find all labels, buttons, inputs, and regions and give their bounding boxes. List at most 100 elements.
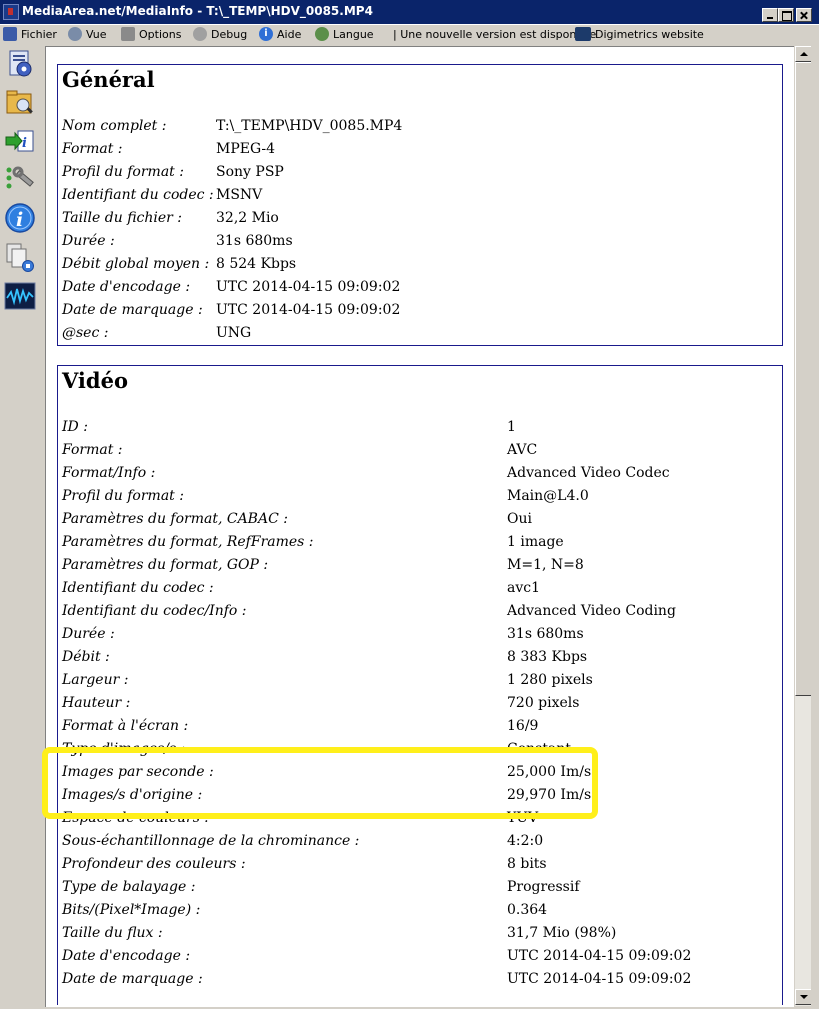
general-row-label: Nom complet : bbox=[62, 118, 167, 134]
general-row-label: Durée : bbox=[62, 233, 115, 249]
menu-aide-label: Aide bbox=[277, 28, 302, 41]
video-row-label: Format : bbox=[62, 442, 123, 458]
compare-button[interactable] bbox=[4, 241, 36, 273]
video-row-label: Taille du flux : bbox=[62, 925, 163, 941]
video-row: Format à l'écran : 16/9 bbox=[58, 718, 782, 738]
open-file-button[interactable] bbox=[4, 48, 36, 80]
title-bar[interactable]: MediaArea.net/MediaInfo - T:\_TEMP\HDV_0… bbox=[0, 0, 819, 25]
general-row-label: @sec : bbox=[62, 325, 109, 341]
waveform-button[interactable] bbox=[4, 280, 36, 312]
video-row-label: Durée : bbox=[62, 626, 115, 642]
export-button[interactable]: i bbox=[4, 125, 36, 157]
video-row-value: 1 image bbox=[507, 534, 564, 550]
menu-fichier-label: Fichier bbox=[21, 28, 57, 41]
general-row-value: 8 524 Kbps bbox=[216, 256, 297, 272]
video-row: Profondeur des couleurs : 8 bits bbox=[58, 856, 782, 876]
general-row-value: T:\_TEMP\HDV_0085.MP4 bbox=[216, 118, 403, 134]
video-section-title: Vidéo bbox=[62, 368, 128, 393]
general-row-value: 32,2 Mio bbox=[216, 210, 279, 226]
open-folder-button[interactable] bbox=[4, 86, 36, 118]
video-row: Paramètres du format, RefFrames : 1 image bbox=[58, 534, 782, 554]
general-row-label: Profil du format : bbox=[62, 164, 184, 180]
video-row-value: AVC bbox=[507, 442, 538, 458]
general-section: Général Nom complet : T:\_TEMP\HDV_0085.M… bbox=[57, 64, 783, 346]
menu-debug[interactable]: Debug bbox=[193, 27, 247, 43]
menu-options[interactable]: Options bbox=[121, 27, 181, 43]
video-row-label: Images/s d'origine : bbox=[62, 787, 203, 803]
info-icon: i bbox=[5, 203, 35, 233]
preferences-button[interactable] bbox=[4, 163, 36, 195]
vertical-scrollbar[interactable] bbox=[794, 46, 812, 1006]
video-row-value: UTC 2014-04-15 09:09:02 bbox=[507, 948, 692, 964]
video-row-value: 31s 680ms bbox=[507, 626, 584, 642]
window-frame bbox=[811, 46, 819, 1009]
close-button[interactable] bbox=[796, 8, 812, 22]
video-row-label: Format/Info : bbox=[62, 465, 156, 481]
scroll-down-button[interactable] bbox=[795, 989, 812, 1005]
general-row-label: Débit global moyen : bbox=[62, 256, 210, 272]
video-row-value: Advanced Video Coding bbox=[507, 603, 676, 619]
video-row: Taille du flux : 31,7 Mio (98%) bbox=[58, 925, 782, 945]
video-row: Date de marquage : UTC 2014-04-15 09:09:0… bbox=[58, 971, 782, 991]
menu-vue-label: Vue bbox=[86, 28, 107, 41]
video-row-value: 8 bits bbox=[507, 856, 547, 872]
video-row-label: Profondeur des couleurs : bbox=[62, 856, 246, 872]
general-section-title: Général bbox=[62, 67, 155, 92]
svg-text:i: i bbox=[22, 136, 27, 151]
video-row-label: Date de marquage : bbox=[62, 971, 203, 987]
globe-icon bbox=[315, 27, 329, 41]
about-button[interactable]: i bbox=[4, 202, 36, 234]
video-row-value: Constant bbox=[507, 741, 571, 757]
video-row-label: Espace de couleurs : bbox=[62, 810, 210, 826]
app-icon[interactable] bbox=[3, 4, 19, 20]
menu-digimetrics[interactable]: Digimetrics website bbox=[575, 27, 704, 43]
video-row-value: 16/9 bbox=[507, 718, 539, 734]
video-row-value: 720 pixels bbox=[507, 695, 580, 711]
maximize-button[interactable] bbox=[778, 8, 794, 22]
video-row-value: 29,970 Im/s bbox=[507, 787, 592, 803]
waveform-icon bbox=[4, 282, 36, 310]
video-row: Images par seconde : 25,000 Im/s bbox=[58, 764, 782, 784]
video-row-label: ID : bbox=[62, 419, 88, 435]
menu-langue[interactable]: Langue bbox=[315, 27, 374, 43]
general-row: Durée : 31s 680ms bbox=[58, 233, 782, 253]
help-icon: i bbox=[259, 27, 273, 41]
video-row-label: Sous-échantillonnage de la chrominance : bbox=[62, 833, 360, 849]
menu-new-version[interactable]: | Une nouvelle version est disponible bbox=[393, 27, 596, 43]
video-row: Images/s d'origine : 29,970 Im/s bbox=[58, 787, 782, 807]
open-folder-icon bbox=[6, 90, 33, 114]
general-row: Date de marquage : UTC 2014-04-15 09:09:0… bbox=[58, 302, 782, 322]
menu-aide[interactable]: i Aide bbox=[259, 27, 301, 43]
video-row: Sous-échantillonnage de la chrominance :… bbox=[58, 833, 782, 853]
scroll-thumb[interactable] bbox=[795, 62, 812, 696]
menu-fichier[interactable]: Fichier bbox=[3, 27, 57, 43]
video-row-value: 0.364 bbox=[507, 902, 548, 918]
general-row: Format : MPEG-4 bbox=[58, 141, 782, 161]
video-row-label: Identifiant du codec/Info : bbox=[62, 603, 247, 619]
video-row: Paramètres du format, GOP : M=1, N=8 bbox=[58, 557, 782, 577]
video-row-value: 1 280 pixels bbox=[507, 672, 593, 688]
menu-vue[interactable]: Vue bbox=[68, 27, 107, 43]
video-row-label: Type de balayage : bbox=[62, 879, 196, 895]
video-row-value: Oui bbox=[507, 511, 532, 527]
video-row-value: 4:2:0 bbox=[507, 833, 544, 849]
general-row-label: Identifiant du codec : bbox=[62, 187, 214, 203]
left-toolbar: i i bbox=[0, 46, 40, 1009]
report-view[interactable]: Général Nom complet : T:\_TEMP\HDV_0085.M… bbox=[45, 46, 794, 1007]
general-row-label: Date de marquage : bbox=[62, 302, 203, 318]
view-icon bbox=[68, 27, 82, 41]
minimize-button[interactable] bbox=[762, 8, 778, 22]
video-row-label: Paramètres du format, CABAC : bbox=[62, 511, 288, 527]
video-row: Identifiant du codec/Info : Advanced Vide… bbox=[58, 603, 782, 623]
video-row: ID : 1 bbox=[58, 419, 782, 439]
video-row: Format : AVC bbox=[58, 442, 782, 462]
video-row-label: Date d'encodage : bbox=[62, 948, 191, 964]
video-row-value: M=1, N=8 bbox=[507, 557, 584, 573]
open-file-icon bbox=[3, 27, 17, 41]
scroll-up-button[interactable] bbox=[795, 46, 812, 62]
svg-text:i: i bbox=[16, 209, 23, 231]
export-icon: i bbox=[5, 130, 34, 152]
debug-icon bbox=[193, 27, 207, 41]
video-row: Largeur : 1 280 pixels bbox=[58, 672, 782, 692]
video-row: Durée : 31s 680ms bbox=[58, 626, 782, 646]
